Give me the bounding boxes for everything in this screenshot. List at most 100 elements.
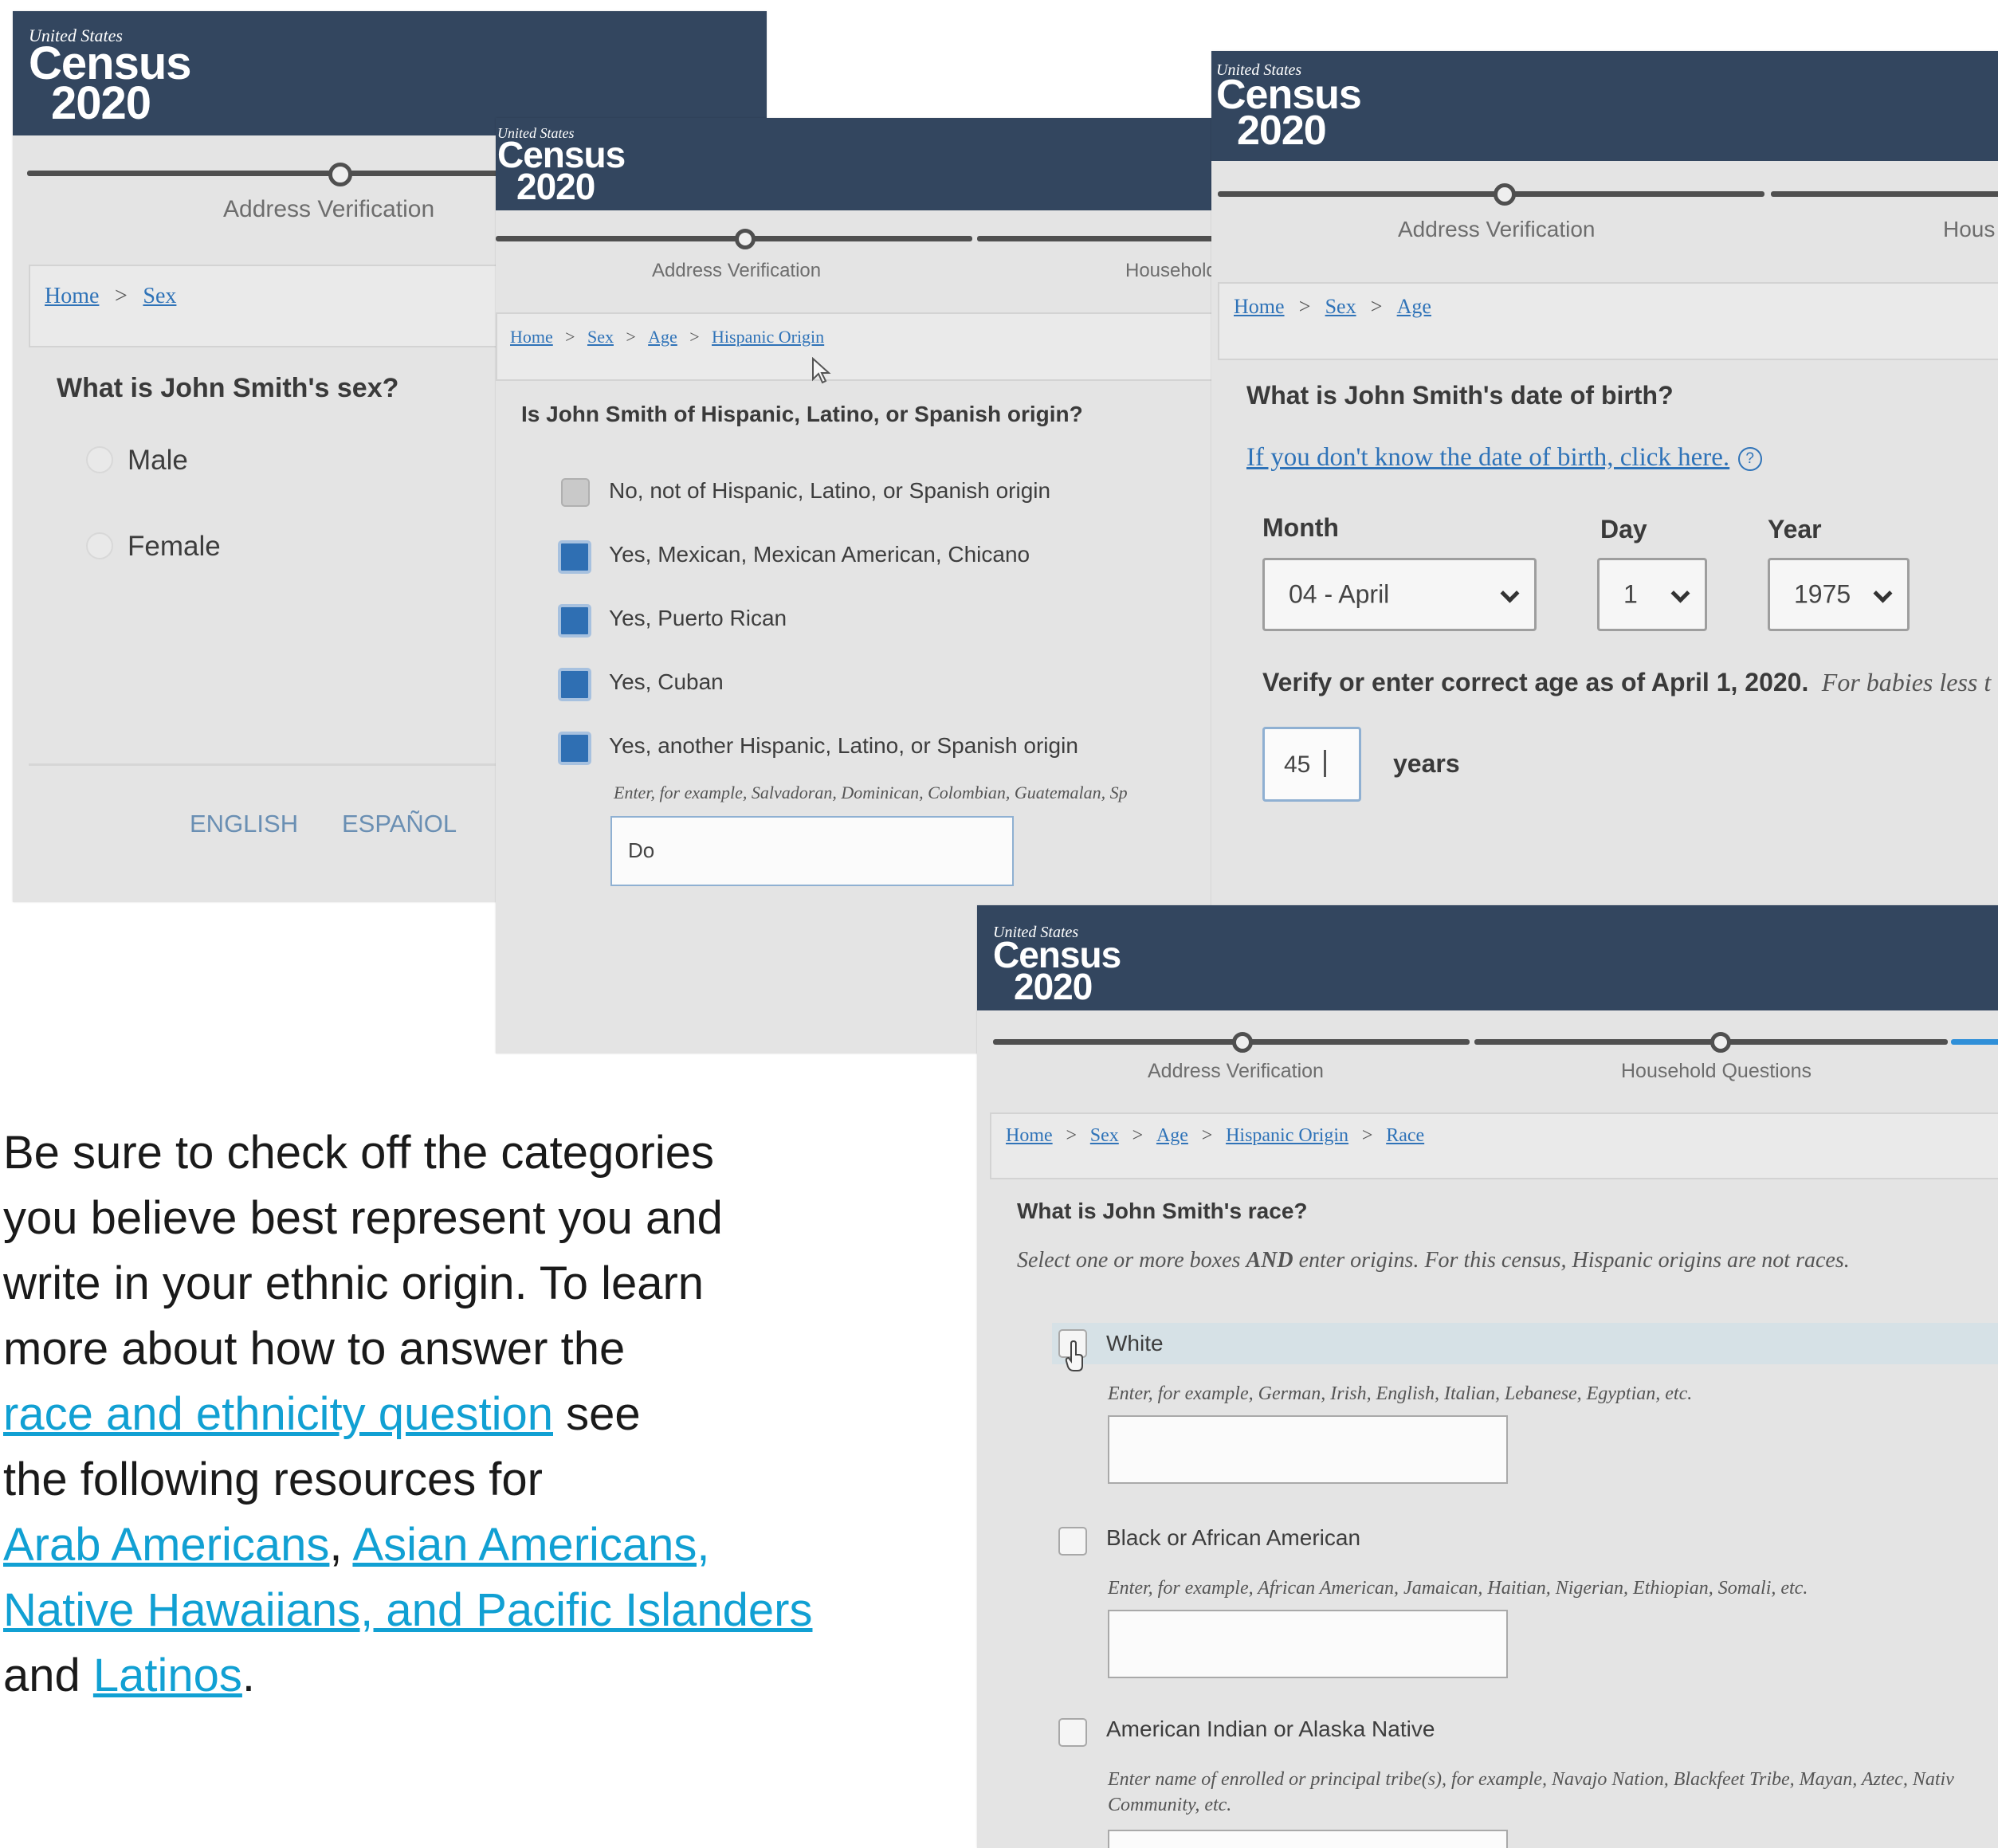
black-origin-input[interactable] <box>1108 1610 1508 1678</box>
latinos-link[interactable]: Latinos <box>93 1650 242 1701</box>
census-logo: United States Census 2020 <box>993 924 1121 1007</box>
breadcrumb-sex[interactable]: Sex <box>587 327 614 347</box>
step-household-questions: Household Questions <box>1621 1060 1812 1082</box>
year-select[interactable]: 1975 <box>1768 558 1910 631</box>
white-origin-input[interactable] <box>1108 1415 1508 1484</box>
date-of-birth-panel: United States Census 2020 Address Verifi… <box>1211 51 1998 912</box>
breadcrumb-sex[interactable]: Sex <box>143 284 176 308</box>
breadcrumb-hispanic-origin[interactable]: Hispanic Origin <box>1226 1125 1348 1146</box>
checkbox-not-hispanic[interactable] <box>561 478 590 507</box>
race-instruction-pre: Select one or more boxes <box>1017 1248 1246 1273</box>
breadcrumb-home[interactable]: Home <box>1234 295 1285 318</box>
progress-step-marker <box>1232 1032 1253 1053</box>
question-race: What is John Smith's race? <box>1017 1199 1308 1223</box>
year-select-value: 1975 <box>1794 579 1851 609</box>
race-ethnicity-question-link[interactable]: race and ethnicity question <box>3 1388 553 1440</box>
breadcrumb: Home > Sex > Age <box>1234 295 1431 318</box>
chevron-down-icon <box>1670 583 1690 603</box>
article-line-1: Be sure to check off the categories <box>3 1127 715 1179</box>
american-indian-tribe-input[interactable] <box>1108 1830 1508 1848</box>
census-logo: United States Census 2020 <box>1216 62 1362 154</box>
article-line-2: you believe best represent you and <box>3 1192 723 1244</box>
asian-americans-link[interactable]: Asian Americans, <box>352 1519 709 1571</box>
american-indian-hint-cont: Community, etc. <box>1108 1795 1232 1815</box>
hand-pointer-icon <box>1065 1340 1083 1371</box>
option-white-label: White <box>1106 1331 1164 1356</box>
breadcrumb-sex[interactable]: Sex <box>1325 295 1356 318</box>
american-indian-hint: Enter name of enrolled or principal trib… <box>1108 1769 1954 1790</box>
question-date-of-birth: What is John Smith's date of birth? <box>1246 381 1674 410</box>
radio-female[interactable] <box>86 532 113 559</box>
option-cuban-label: Yes, Cuban <box>609 669 724 694</box>
checkbox-another-hispanic[interactable] <box>558 732 591 765</box>
progress-step-marker <box>328 163 352 186</box>
article-line-4: more about how to answer the <box>3 1323 626 1375</box>
step-household-questions: Hous <box>1943 217 1996 241</box>
census-logo: United States Census 2020 <box>497 126 626 208</box>
article-and: and <box>3 1650 93 1701</box>
race-instruction-post: enter origins. For this census, Hispanic… <box>1293 1248 1850 1273</box>
breadcrumb-home[interactable]: Home <box>510 327 553 347</box>
label-year: Year <box>1768 515 1822 543</box>
checkbox-mexican[interactable] <box>558 540 591 574</box>
census-logo: United States Census 2020 <box>29 27 192 127</box>
origin-hint: Enter, for example, Salvadoran, Dominica… <box>614 783 1128 802</box>
white-row-highlight <box>1052 1323 1998 1364</box>
option-black-label: Black or African American <box>1106 1525 1361 1550</box>
race-instruction-bold: AND <box>1246 1248 1293 1273</box>
option-male-label: Male <box>128 445 188 476</box>
month-select[interactable]: 04 - April <box>1262 558 1537 631</box>
breadcrumb-age[interactable]: Age <box>1397 295 1431 318</box>
breadcrumb-home[interactable]: Home <box>45 284 99 308</box>
origin-text-input[interactable]: Do <box>610 816 1014 886</box>
dob-help: If you don't know the date of birth, cli… <box>1246 443 1762 473</box>
breadcrumb-age[interactable]: Age <box>1156 1125 1188 1146</box>
radio-male[interactable] <box>86 446 113 473</box>
help-circle-icon[interactable]: ? <box>1737 447 1762 471</box>
chevron-down-icon <box>1500 583 1520 603</box>
progress-step-marker <box>735 229 756 249</box>
question-sex: What is John Smith's sex? <box>57 373 399 403</box>
article-paragraph: Be sure to check off the categories you … <box>3 1120 920 1709</box>
race-panel: United States Census 2020 Address Verifi… <box>977 905 1998 1848</box>
label-day: Day <box>1600 515 1647 543</box>
age-input-value: 45 <box>1284 751 1311 778</box>
breadcrumb-sex[interactable]: Sex <box>1090 1125 1119 1146</box>
origin-input-value: Do <box>628 838 655 862</box>
age-prompt: Verify or enter correct age as of April … <box>1262 668 1991 697</box>
language-espanol-link[interactable]: ESPAÑOL <box>342 810 457 838</box>
progress-step-marker <box>1494 183 1516 206</box>
checkbox-american-indian[interactable] <box>1058 1718 1087 1747</box>
progress-track-next <box>1771 191 1998 197</box>
breadcrumb-age[interactable]: Age <box>648 327 677 347</box>
breadcrumb: Home > Sex > Age > Hispanic Origin > Race <box>1006 1125 1425 1146</box>
dob-help-link[interactable]: If you don't know the date of birth, cli… <box>1246 443 1729 472</box>
label-month: Month <box>1262 513 1339 542</box>
step-address-verification: Address Verification <box>1398 217 1596 241</box>
progress-track <box>1218 191 1764 197</box>
age-input[interactable]: 45 <box>1262 727 1361 802</box>
logo-2020: 2020 <box>1014 965 1093 1007</box>
article-line-6: the following resources for <box>3 1454 543 1505</box>
article-line-3: write in your ethnic origin. To learn <box>3 1258 705 1309</box>
breadcrumb-hispanic-origin[interactable]: Hispanic Origin <box>712 327 824 347</box>
step-address-verification: Address Verification <box>223 196 435 222</box>
age-prompt-text: Verify or enter correct age as of April … <box>1262 668 1809 696</box>
language-english-link[interactable]: ENGLISH <box>190 810 298 838</box>
white-hint: Enter, for example, German, Irish, Engli… <box>1108 1383 1693 1404</box>
option-another-hispanic-label: Yes, another Hispanic, Latino, or Spanis… <box>609 733 1078 758</box>
option-female-label: Female <box>128 531 221 562</box>
checkbox-black[interactable] <box>1058 1527 1087 1556</box>
breadcrumb-race[interactable]: Race <box>1386 1125 1424 1146</box>
logo-2020: 2020 <box>516 166 595 208</box>
breadcrumb: Home > Sex <box>45 284 177 308</box>
arab-americans-link[interactable]: Arab Americans <box>3 1519 329 1571</box>
native-hawaiians-link[interactable]: Native Hawaiians, and Pacific Islanders <box>3 1584 812 1636</box>
breadcrumb-home[interactable]: Home <box>1006 1125 1053 1146</box>
checkbox-puerto-rican[interactable] <box>558 604 591 638</box>
census-header <box>977 905 1998 1010</box>
progress-track <box>993 1039 1470 1045</box>
logo-2020: 2020 <box>1237 107 1327 154</box>
checkbox-cuban[interactable] <box>558 668 591 701</box>
day-select[interactable]: 1 <box>1597 558 1707 631</box>
